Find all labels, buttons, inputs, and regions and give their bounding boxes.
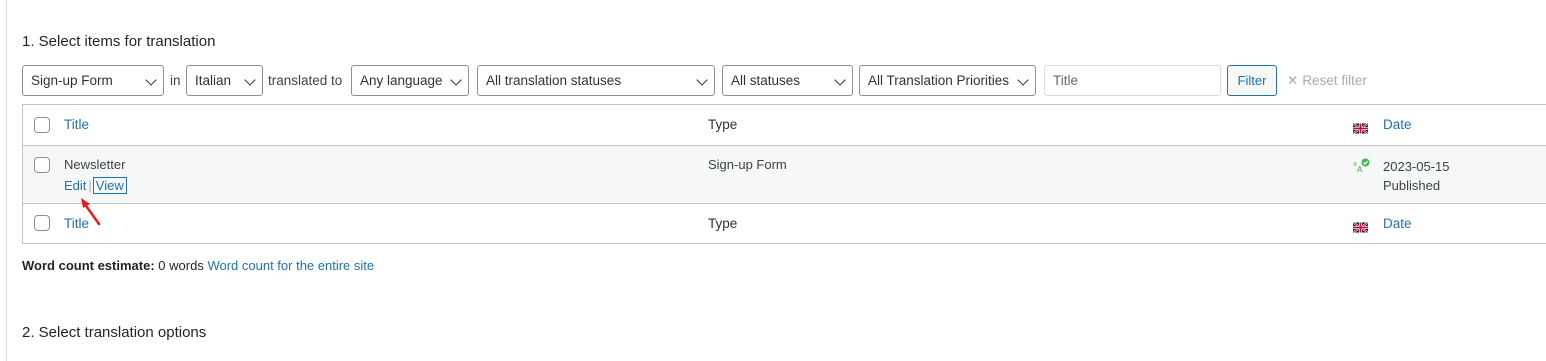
word-count-estimate: Word count estimate: 0 words Word count … [22,258,374,273]
row-date-cell: 2023-05-15 Published [1383,157,1450,195]
filter-button[interactable]: Filter [1227,65,1277,96]
reset-filter-link[interactable]: ✕ Reset filter [1287,65,1367,96]
close-icon: ✕ [1287,73,1299,88]
source-language-value: Italian [195,73,232,88]
table-footer-row: Title Type Date [23,204,1546,244]
target-language-select[interactable]: Any language [351,65,469,96]
title-search-input[interactable]: Title [1044,65,1221,96]
filter-bar: Sign-up Form in Italian translated to An… [22,65,1542,97]
section-title-select-items: 1. Select items for translation [22,33,216,50]
uk-flag-icon [1353,221,1368,233]
row-title: Newsletter [64,157,126,172]
row-checkbox[interactable] [34,157,50,173]
target-language-value: Any language [360,73,443,88]
chevron-down-icon [696,74,708,86]
status-value: All statuses [731,73,801,88]
priority-select[interactable]: All Translation Priorities [859,65,1036,96]
in-label: in [170,73,181,88]
priority-value: All Translation Priorities [868,73,1010,88]
chevron-down-icon [145,74,157,86]
uk-flag-icon [1353,219,1368,234]
items-table: Title Type Date Newsletter Edit | View Sig… [22,104,1546,244]
reset-filter-label: Reset filter [1302,73,1367,88]
select-all-checkbox[interactable] [34,117,50,133]
row-actions-separator: | [88,178,92,193]
view-link[interactable]: View [92,177,127,194]
type-column-header: Type [708,117,738,132]
word-count-label: Word count estimate: [22,258,155,273]
translated-check-icon: x A [1353,158,1370,174]
uk-flag-icon [1353,122,1368,134]
row-status: Published [1383,178,1441,193]
uk-flag-icon [1353,120,1368,135]
title-column-header[interactable]: Title [64,117,89,132]
table-header-row: Title Type Date [23,105,1546,146]
chevron-down-icon [1017,74,1029,86]
section-title-translation-options: 2. Select translation options [22,324,207,341]
row-date: 2023-05-15 [1383,159,1450,174]
translation-status-value: All translation statuses [486,73,622,88]
translation-status-icon: x A [1353,158,1370,176]
edit-link[interactable]: Edit [64,178,86,193]
date-column-footer[interactable]: Date [1383,216,1412,231]
type-select-value: Sign-up Form [31,73,113,88]
date-column-header[interactable]: Date [1383,117,1412,132]
select-all-checkbox-footer[interactable] [34,215,50,231]
title-search-placeholder: Title [1053,73,1079,88]
row-actions: Edit | View [64,177,127,194]
chevron-down-icon [834,74,846,86]
chevron-down-icon [450,74,462,86]
status-select[interactable]: All statuses [722,65,853,96]
red-arrow-annotation [81,198,101,226]
translated-to-label: translated to [268,73,343,88]
row-type: Sign-up Form [708,157,787,172]
table-row: Newsletter Edit | View Sign-up Form x A 20… [23,146,1546,204]
source-language-select[interactable]: Italian [186,65,263,96]
type-select[interactable]: Sign-up Form [22,65,164,96]
type-column-footer: Type [708,216,738,231]
page-left-border [6,0,7,361]
svg-text:A: A [1357,165,1363,173]
word-count-value: 0 words [158,258,204,273]
chevron-down-icon [244,74,256,86]
translation-status-select[interactable]: All translation statuses [477,65,715,96]
word-count-entire-site-link[interactable]: Word count for the entire site [207,258,374,273]
